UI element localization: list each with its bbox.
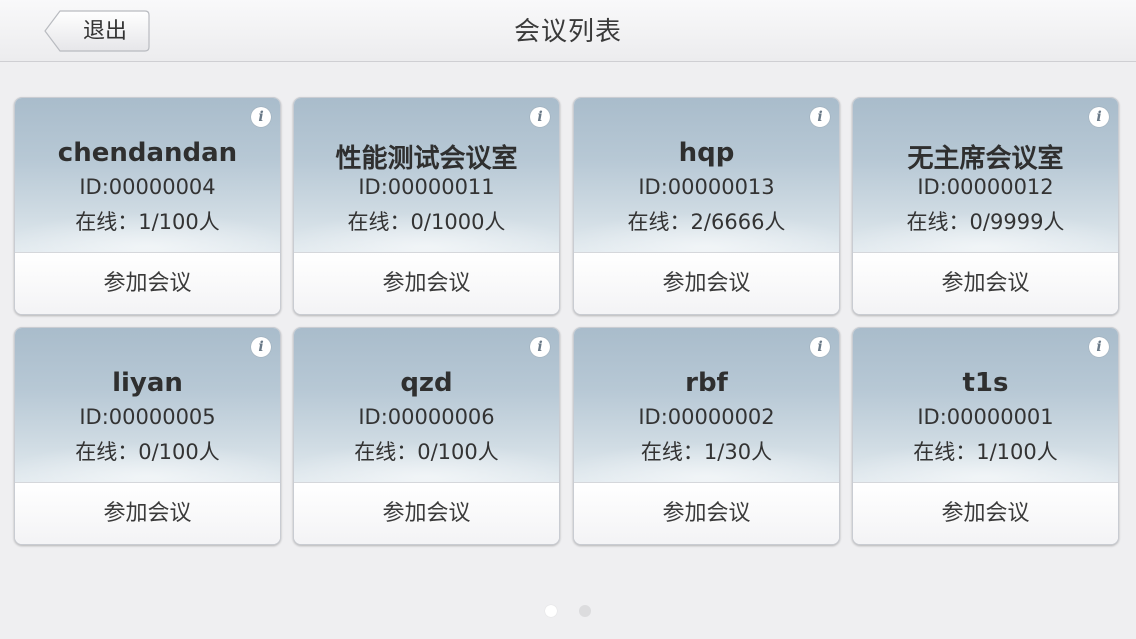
join-meeting-button[interactable]: 参加会议 [15, 252, 280, 314]
meeting-id: ID:00000001 [917, 405, 1054, 429]
meeting-online-count: 在线：1/30人 [640, 440, 773, 464]
meeting-card-header: i liyan ID:00000005 在线：0/100人 [15, 328, 280, 482]
meeting-name: 性能测试会议室 [335, 144, 518, 174]
info-icon[interactable]: i [530, 107, 550, 127]
meeting-id: ID:00000011 [358, 175, 495, 199]
meeting-card: i liyan ID:00000005 在线：0/100人 参加会议 [14, 327, 281, 545]
meeting-card-header: i 性能测试会议室 ID:00000011 在线：0/1000人 [294, 98, 559, 252]
meeting-card-header: i rbf ID:00000002 在线：1/30人 [574, 328, 839, 482]
join-meeting-button[interactable]: 参加会议 [853, 482, 1118, 544]
info-icon[interactable]: i [251, 107, 271, 127]
meeting-online-count: 在线：2/6666人 [627, 210, 786, 234]
exit-button[interactable]: 退出 [44, 10, 150, 52]
page-dot-active[interactable] [545, 605, 558, 617]
meeting-card-header: i hqp ID:00000013 在线：2/6666人 [574, 98, 839, 252]
join-meeting-button[interactable]: 参加会议 [574, 252, 839, 314]
info-icon[interactable]: i [810, 107, 830, 127]
info-icon[interactable]: i [251, 337, 271, 357]
meeting-id: ID:00000006 [358, 405, 495, 429]
meeting-name: liyan [112, 368, 183, 398]
meeting-name: 无主席会议室 [907, 144, 1064, 174]
meeting-name: rbf [685, 368, 728, 398]
join-meeting-button[interactable]: 参加会议 [294, 482, 559, 544]
meeting-name: qzd [400, 368, 453, 398]
meeting-online-count: 在线：1/100人 [913, 440, 1058, 464]
meeting-id: ID:00000012 [917, 175, 1054, 199]
meeting-card-header: i 无主席会议室 ID:00000012 在线：0/9999人 [853, 98, 1118, 252]
meeting-name: chendandan [57, 138, 238, 168]
meeting-id: ID:00000002 [638, 405, 775, 429]
meeting-online-count: 在线：0/1000人 [347, 210, 506, 234]
meeting-online-count: 在线：0/100人 [75, 440, 220, 464]
info-icon[interactable]: i [1089, 107, 1109, 127]
meeting-card: i rbf ID:00000002 在线：1/30人 参加会议 [573, 327, 840, 545]
join-meeting-button[interactable]: 参加会议 [574, 482, 839, 544]
meeting-card: i hqp ID:00000013 在线：2/6666人 参加会议 [573, 97, 840, 315]
meeting-card: i 性能测试会议室 ID:00000011 在线：0/1000人 参加会议 [293, 97, 560, 315]
meeting-card: i qzd ID:00000006 在线：0/100人 参加会议 [293, 327, 560, 545]
navigation-bar: 会议列表 退出 [0, 0, 1136, 62]
exit-button-label: 退出 [82, 19, 127, 44]
meeting-id: ID:00000013 [638, 175, 775, 199]
meeting-card-header: i qzd ID:00000006 在线：0/100人 [294, 328, 559, 482]
page-indicator[interactable] [0, 602, 1136, 617]
app-window: 会议列表 退出 i chendandan ID:00000004 在线：1/10… [0, 0, 1136, 639]
meeting-card: i 无主席会议室 ID:00000012 在线：0/9999人 参加会议 [852, 97, 1119, 315]
info-icon[interactable]: i [530, 337, 550, 357]
join-meeting-button[interactable]: 参加会议 [853, 252, 1118, 314]
info-icon[interactable]: i [810, 337, 830, 357]
meeting-online-count: 在线：0/100人 [354, 440, 499, 464]
meeting-card: i chendandan ID:00000004 在线：1/100人 参加会议 [14, 97, 281, 315]
page-dot[interactable] [578, 605, 591, 617]
meeting-online-count: 在线：0/9999人 [906, 210, 1065, 234]
meeting-card-header: i t1s ID:00000001 在线：1/100人 [853, 328, 1118, 482]
meeting-id: ID:00000004 [79, 175, 216, 199]
join-meeting-button[interactable]: 参加会议 [294, 252, 559, 314]
join-meeting-button[interactable]: 参加会议 [15, 482, 280, 544]
page-title: 会议列表 [513, 17, 622, 47]
info-icon[interactable]: i [1089, 337, 1109, 357]
meeting-id: ID:00000005 [79, 405, 216, 429]
meeting-name: t1s [962, 368, 1009, 398]
meeting-card-header: i chendandan ID:00000004 在线：1/100人 [15, 98, 280, 252]
meeting-card: i t1s ID:00000001 在线：1/100人 参加会议 [852, 327, 1119, 545]
meeting-online-count: 在线：1/100人 [75, 210, 220, 234]
meeting-name: hqp [678, 138, 735, 168]
